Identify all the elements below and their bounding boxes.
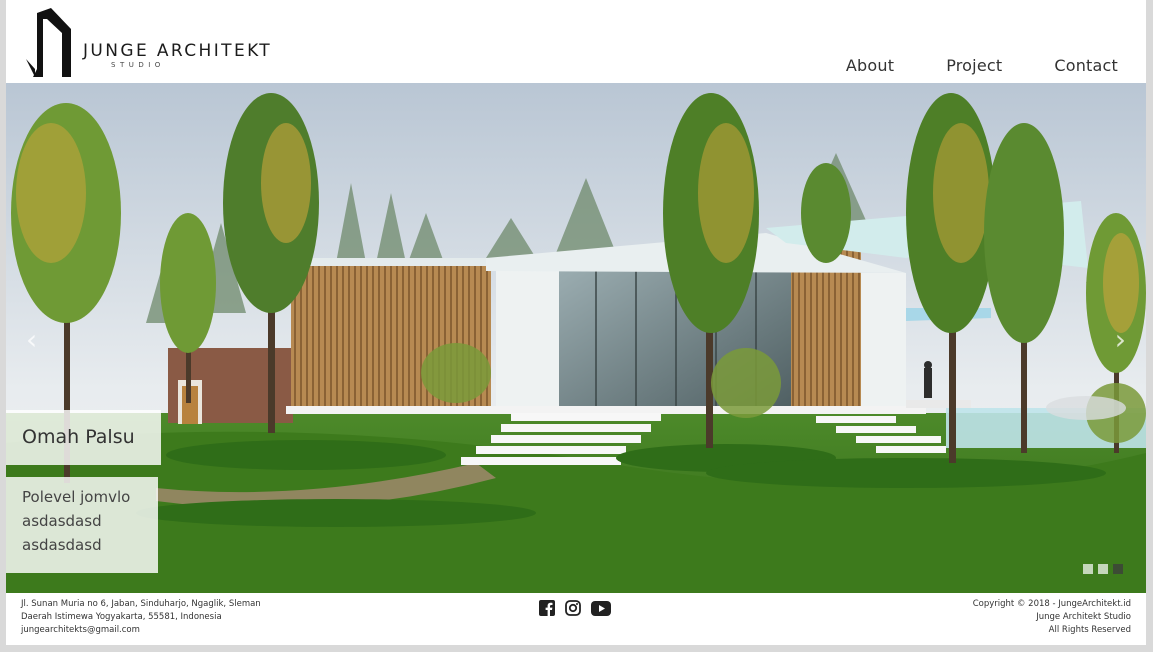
slide-indicator-2[interactable]: [1098, 564, 1108, 574]
chevron-right-icon: ›: [1114, 323, 1126, 356]
address-line: Daerah Istimewa Yogyakarta, 55581, Indon…: [21, 612, 222, 622]
main-nav: About Project Contact: [794, 56, 1118, 75]
brand-logo[interactable]: JUNGE ARCHITEKT STUDIO: [25, 7, 295, 79]
site-footer: Jl. Sunan Muria no 6, Jaban, Sinduharjo,…: [6, 593, 1146, 645]
contact-email[interactable]: jungearchitekts@gmail.com: [21, 624, 261, 637]
caption-line: asdasdasd: [22, 536, 102, 554]
slide-caption-title: Omah Palsu: [6, 410, 161, 465]
slide-indicator-1[interactable]: [1083, 564, 1093, 574]
copyright-line: All Rights Reserved: [1048, 625, 1131, 635]
slide-image: [6, 83, 1146, 593]
site-header: JUNGE ARCHITEKT STUDIO About Project Con…: [6, 0, 1146, 83]
instagram-icon[interactable]: [565, 600, 581, 616]
youtube-icon[interactable]: [591, 600, 611, 616]
facebook-icon[interactable]: [539, 600, 555, 616]
hero-slider[interactable]: ‹ › Omah Palsu Polevel jomvlo asdasdasd …: [6, 83, 1146, 593]
copyright-line: Copyright © 2018 - JungeArchitekt.id: [972, 599, 1131, 609]
address-line: Jl. Sunan Muria no 6, Jaban, Sinduharjo,…: [21, 599, 261, 609]
nav-about[interactable]: About: [846, 56, 894, 75]
caption-line: asdasdasd: [22, 512, 102, 530]
logo-mark-icon: [26, 8, 71, 77]
nav-contact[interactable]: Contact: [1054, 56, 1118, 75]
slider-next-button[interactable]: ›: [1115, 323, 1126, 356]
slider-prev-button[interactable]: ‹: [26, 323, 37, 356]
social-links: [539, 600, 611, 616]
page-frame: JUNGE ARCHITEKT STUDIO About Project Con…: [6, 0, 1146, 645]
footer-address: Jl. Sunan Muria no 6, Jaban, Sinduharjo,…: [21, 598, 261, 637]
slide-indicator-3[interactable]: [1113, 564, 1123, 574]
footer-copyright: Copyright © 2018 - JungeArchitekt.id Jun…: [973, 598, 1131, 637]
brand-subtitle: STUDIO: [111, 61, 165, 69]
brand-name: JUNGE ARCHITEKT: [83, 41, 273, 61]
nav-project[interactable]: Project: [946, 56, 1002, 75]
chevron-left-icon: ‹: [26, 323, 38, 356]
copyright-line: Junge Architekt Studio: [1036, 612, 1131, 622]
caption-line: Polevel jomvlo: [22, 488, 131, 506]
slide-caption-text: Polevel jomvlo asdasdasd asdasdasd: [6, 477, 158, 573]
slider-indicators: [1083, 564, 1123, 574]
